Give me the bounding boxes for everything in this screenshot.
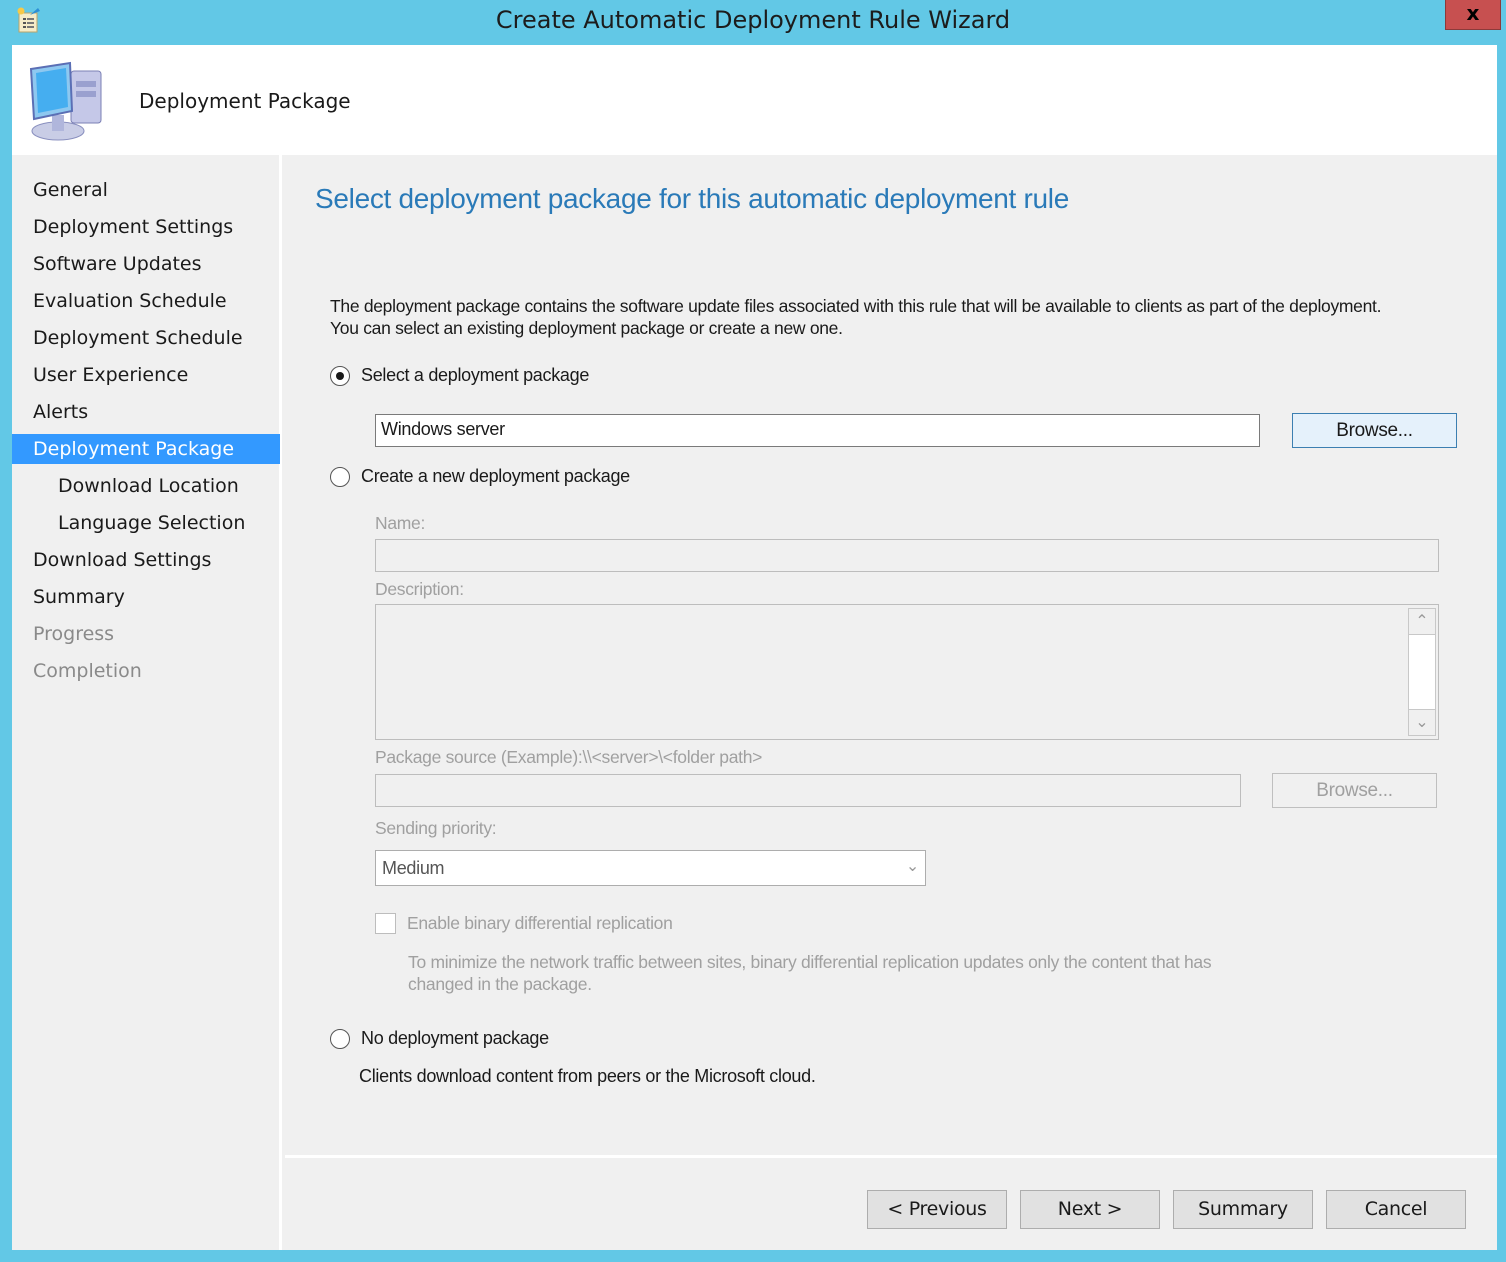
package-field[interactable]: Windows server [375,414,1260,447]
browse-package-button[interactable]: Browse... [1292,413,1457,448]
wizard-header: Deployment Package [12,45,1497,155]
bdr-label[interactable]: Enable binary differential replication [407,913,673,934]
no-package-help: Clients download content from peers or t… [359,1066,816,1086]
wizard-window: Deployment Package General Deployment Se… [12,45,1497,1250]
wizard-sidebar: General Deployment Settings Software Upd… [12,155,282,1250]
select-package-radio[interactable] [330,366,350,386]
bdr-help-text: To minimize the network traffic between … [408,951,1212,995]
no-package-radio[interactable] [330,1029,350,1049]
nav-item-deployment-schedule[interactable]: Deployment Schedule [12,323,280,353]
sending-priority-label: Sending priority: [375,818,497,838]
create-package-radio[interactable] [330,467,350,487]
bdr-help-line-1: To minimize the network traffic between … [408,952,1212,972]
nav-item-language-selection[interactable]: Language Selection [12,508,280,538]
title-bar[interactable]: Create Automatic Deployment Rule Wizard … [0,0,1506,45]
description-text: The deployment package contains the soft… [330,295,1480,339]
wizard-content: Select deployment package for this autom… [285,155,1497,1250]
scroll-up-icon[interactable]: ⌃ [1409,609,1435,635]
no-package-label[interactable]: No deployment package [361,1028,549,1049]
nav-item-deployment-settings[interactable]: Deployment Settings [12,212,280,242]
nav-item-evaluation-schedule[interactable]: Evaluation Schedule [12,286,280,316]
next-button[interactable]: Next > [1020,1190,1160,1229]
package-source-field[interactable] [375,774,1241,807]
select-package-label[interactable]: Select a deployment package [361,365,589,386]
section-heading: Select deployment package for this autom… [315,183,1069,214]
name-field[interactable] [375,539,1439,572]
create-package-label[interactable]: Create a new deployment package [361,466,630,487]
nav-item-download-settings[interactable]: Download Settings [12,545,280,575]
sending-priority-select[interactable]: Medium ⌄ [375,850,926,886]
page-title: Deployment Package [139,89,351,113]
window-title: Create Automatic Deployment Rule Wizard [495,6,1011,34]
nav-item-summary[interactable]: Summary [12,582,280,612]
description-scrollbar[interactable]: ⌃ ⌄ [1408,608,1436,736]
nav-item-software-updates[interactable]: Software Updates [12,249,280,279]
nav-item-alerts[interactable]: Alerts [12,397,280,427]
nav-item-deployment-package[interactable]: Deployment Package [12,434,280,464]
footer-divider [285,1155,1497,1158]
cancel-button[interactable]: Cancel [1326,1190,1466,1229]
nav-item-user-experience[interactable]: User Experience [12,360,280,390]
nav-item-general[interactable]: General [12,175,280,205]
sending-priority-value: Medium [382,858,445,878]
chevron-down-icon: ⌄ [905,858,919,875]
nav-item-progress: Progress [33,623,115,645]
description-label: Description: [375,579,464,599]
nav-item-completion: Completion [33,660,142,682]
close-button[interactable]: x [1445,0,1501,30]
description-line-2: You can select an existing deployment pa… [330,318,843,338]
description-field[interactable]: ⌃ ⌄ [375,604,1439,740]
previous-button[interactable]: < Previous [867,1190,1007,1229]
summary-button[interactable]: Summary [1173,1190,1313,1229]
browse-source-button[interactable]: Browse... [1272,773,1437,808]
nav-item-download-location[interactable]: Download Location [12,471,280,501]
computer-icon [29,61,102,141]
bdr-checkbox[interactable] [375,913,396,934]
name-label: Name: [375,513,426,533]
bdr-help-line-2: changed in the package. [408,974,592,994]
package-source-label: Package source (Example):\\<server>\<fol… [375,747,763,767]
scroll-down-icon[interactable]: ⌄ [1409,709,1435,735]
description-line-1: The deployment package contains the soft… [330,296,1382,316]
